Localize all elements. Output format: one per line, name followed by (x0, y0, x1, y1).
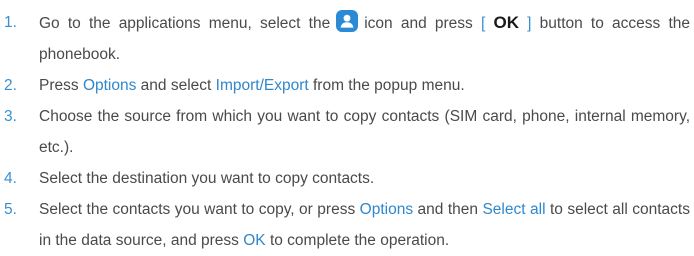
step-4: 4. Select the destination you want to co… (0, 163, 694, 194)
select-all-term: Select all (482, 201, 546, 218)
instruction-list: 1. Go to the applications menu, select t… (0, 7, 694, 256)
step-number: 1. (4, 14, 17, 31)
step-number: 5. (4, 201, 17, 218)
step-text: Go to the applications menu, select the i… (39, 7, 690, 70)
contact-person-icon (336, 10, 359, 32)
step-1: 1. Go to the applications menu, select t… (0, 7, 694, 70)
options-term: Options (359, 201, 414, 218)
step-5-text-d: to complete the operation. (269, 232, 450, 249)
step-number: 4. (4, 170, 17, 187)
step-2-text-a: Press (39, 77, 79, 94)
step-2-text-c: from the popup menu. (313, 77, 465, 94)
step-text: Choose the source from which you want to… (39, 108, 690, 156)
step-text: Select the contacts you want to copy, or… (39, 194, 690, 256)
import-export-term: Import/Export (215, 77, 309, 94)
step-2-text-b: and select (140, 77, 212, 94)
step-text: Select the destination you want to copy … (39, 170, 375, 187)
step-3: 3. Choose the source from which you want… (0, 101, 694, 163)
options-term: Options (82, 77, 137, 94)
key-bracket-open: [ (480, 15, 486, 32)
ok-term: OK (243, 232, 266, 249)
step-5-text-a: Select the contacts you want to copy, or… (39, 201, 356, 218)
step-5: 5. Select the contacts you want to copy,… (0, 194, 694, 256)
step-5-text-b: and then (417, 201, 479, 218)
ok-key-label: OK (493, 13, 519, 32)
key-bracket-close: ] (527, 15, 532, 32)
step-number: 2. (4, 77, 17, 94)
step-number: 3. (4, 108, 17, 125)
step-1-text-a: Go to the applications menu, select the (39, 15, 331, 32)
step-text: Press Options and select Import/Export f… (39, 70, 690, 101)
step-1-text-b: icon and press (364, 15, 473, 32)
step-2: 2. Press Options and select Import/Expor… (0, 70, 694, 101)
